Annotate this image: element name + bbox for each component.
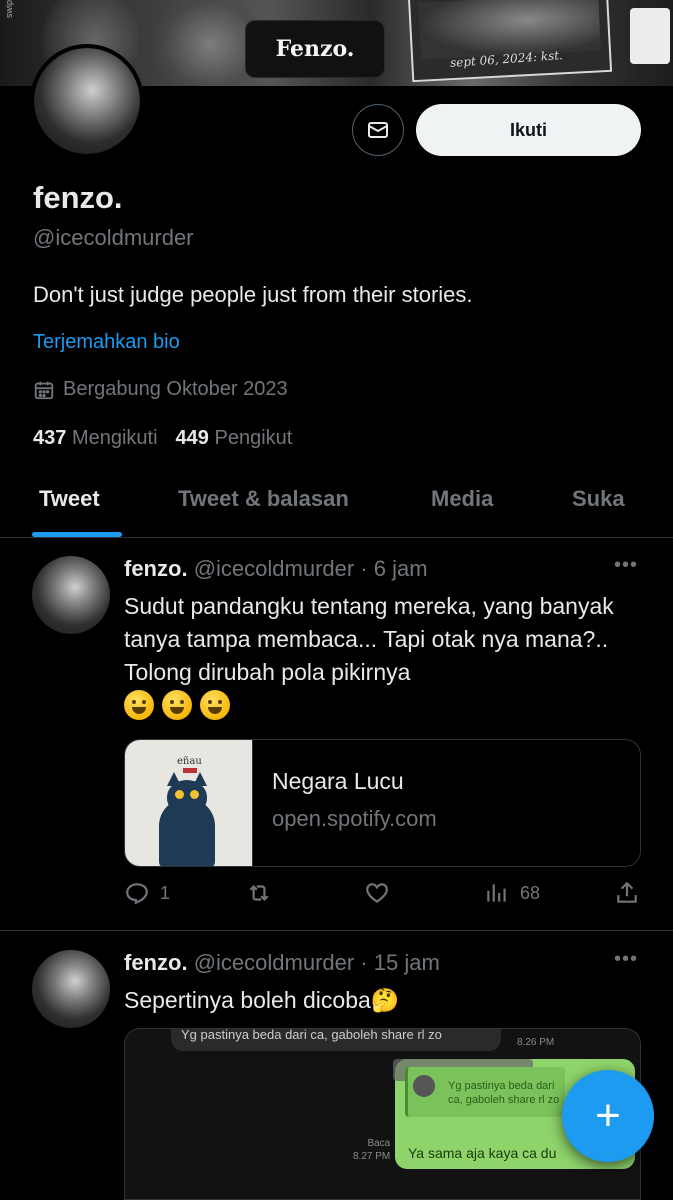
following-label: Mengikuti bbox=[71, 427, 158, 449]
translate-bio-link[interactable]: Terjemahkan bio bbox=[33, 331, 180, 354]
tweet[interactable]: fenzo. @icecoldmurder · 15 jam ••• Seper… bbox=[0, 934, 673, 1200]
tweet-avatar[interactable] bbox=[32, 950, 110, 1028]
tweet-text: Sepertinya boleh dicoba🤔 bbox=[124, 987, 400, 1013]
banner-sticker bbox=[630, 8, 670, 64]
tweet[interactable]: fenzo. @icecoldmurder · 6 jam ••• Sudut … bbox=[0, 540, 673, 930]
followers-link[interactable]: 449 Pengikut bbox=[176, 427, 293, 450]
like-button[interactable] bbox=[364, 880, 390, 906]
tab-tweet[interactable]: Tweet bbox=[39, 486, 100, 512]
reply-button[interactable]: 1 bbox=[124, 880, 170, 906]
tweet-header: fenzo. @icecoldmurder · 6 jam bbox=[124, 556, 428, 582]
banner-side-text: swipe and lets bbox=[4, 0, 14, 18]
tweet-header: fenzo. @icecoldmurder · 15 jam bbox=[124, 950, 440, 976]
tweet-avatar[interactable] bbox=[32, 556, 110, 634]
link-card-title: Negara Lucu bbox=[272, 768, 404, 794]
reply-count: 1 bbox=[160, 882, 171, 903]
retweet-button[interactable] bbox=[246, 880, 272, 906]
banner-brand-tag: Fenzo. bbox=[245, 20, 385, 78]
album-art-label: eñau bbox=[177, 756, 202, 767]
heart-icon bbox=[366, 883, 388, 903]
envelope-icon bbox=[368, 122, 388, 138]
active-tab-indicator bbox=[32, 532, 122, 537]
more-options-icon[interactable]: ••• bbox=[614, 948, 638, 971]
view-count: 68 bbox=[520, 882, 541, 903]
tab-likes[interactable]: Suka bbox=[572, 486, 625, 512]
banner-photo-card bbox=[407, 0, 613, 83]
tweet-handle-time: @icecoldmurder · 15 jam bbox=[193, 950, 440, 975]
retweet-icon bbox=[249, 884, 269, 902]
tab-media[interactable]: Media bbox=[431, 486, 493, 512]
chat-reply-text: Ya sama aja kaya ca du bbox=[408, 1145, 557, 1161]
share-icon bbox=[617, 881, 637, 903]
followers-count: 449 bbox=[175, 427, 209, 449]
tweet-author-name[interactable]: fenzo. bbox=[124, 950, 188, 975]
chat-quote-avatar bbox=[413, 1075, 435, 1097]
chat-message-top: Yg pastinya beda dari ca, gaboleh share … bbox=[171, 1029, 501, 1051]
tweet-author-name[interactable]: fenzo. bbox=[124, 556, 188, 581]
tweet-actions: 1 68 bbox=[124, 880, 644, 910]
album-art-image: eñau bbox=[125, 740, 253, 866]
joined-date: Bergabung Oktober 2023 bbox=[33, 378, 288, 401]
profile-tabs: Tweet Tweet & balasan Media Suka bbox=[0, 468, 673, 538]
profile-bio: Don't just judge people just from their … bbox=[33, 282, 473, 307]
tweet-handle-time: @icecoldmurder · 6 jam bbox=[193, 556, 428, 581]
more-options-icon[interactable]: ••• bbox=[614, 554, 638, 577]
chat-read-label: Baca bbox=[367, 1138, 391, 1149]
chat-read-status: Baca 8.27 PM bbox=[353, 1137, 390, 1163]
chat-time-top: 8.26 PM bbox=[517, 1037, 555, 1048]
tweet-divider bbox=[0, 930, 673, 931]
tweet-text: Sudut pandangku tentang mereka, yang ban… bbox=[124, 593, 614, 685]
follow-button[interactable]: Ikuti bbox=[416, 104, 641, 156]
profile-avatar[interactable] bbox=[30, 44, 144, 158]
follow-stats: 437 Mengikuti 449 Pengikut bbox=[33, 427, 292, 450]
chat-quoted-text: Yg pastinya beda dari ca, gaboleh share … bbox=[448, 1080, 560, 1106]
followers-label: Pengikut bbox=[214, 427, 293, 449]
views-button[interactable]: 68 bbox=[484, 880, 540, 906]
face-with-hand-over-mouth-emoji bbox=[162, 690, 192, 720]
following-link[interactable]: 437 Mengikuti bbox=[33, 427, 158, 450]
share-button[interactable] bbox=[614, 880, 640, 906]
chat-read-time: 8.27 PM bbox=[353, 1151, 391, 1162]
tab-tweet-replies[interactable]: Tweet & balasan bbox=[178, 486, 349, 512]
rolling-laughing-emoji bbox=[200, 690, 230, 720]
banner-brand-text: Fenzo. bbox=[275, 36, 355, 62]
tweet-emoji-row bbox=[124, 690, 230, 720]
calendar-icon bbox=[34, 381, 54, 399]
analytics-icon bbox=[487, 884, 506, 902]
reply-icon bbox=[126, 883, 148, 905]
following-count: 437 bbox=[33, 427, 67, 449]
message-button[interactable] bbox=[352, 104, 404, 156]
profile-name: fenzo. bbox=[33, 180, 123, 215]
profile-handle: @icecoldmurder bbox=[33, 225, 194, 250]
joined-text: Bergabung Oktober 2023 bbox=[63, 378, 288, 400]
grinning-sweat-emoji bbox=[124, 690, 154, 720]
link-card[interactable]: eñau Negara Lucu open.spotify.com bbox=[124, 739, 641, 867]
plus-icon: + bbox=[595, 1091, 621, 1140]
link-card-domain: open.spotify.com bbox=[272, 806, 437, 831]
compose-tweet-button[interactable]: + bbox=[562, 1070, 654, 1162]
